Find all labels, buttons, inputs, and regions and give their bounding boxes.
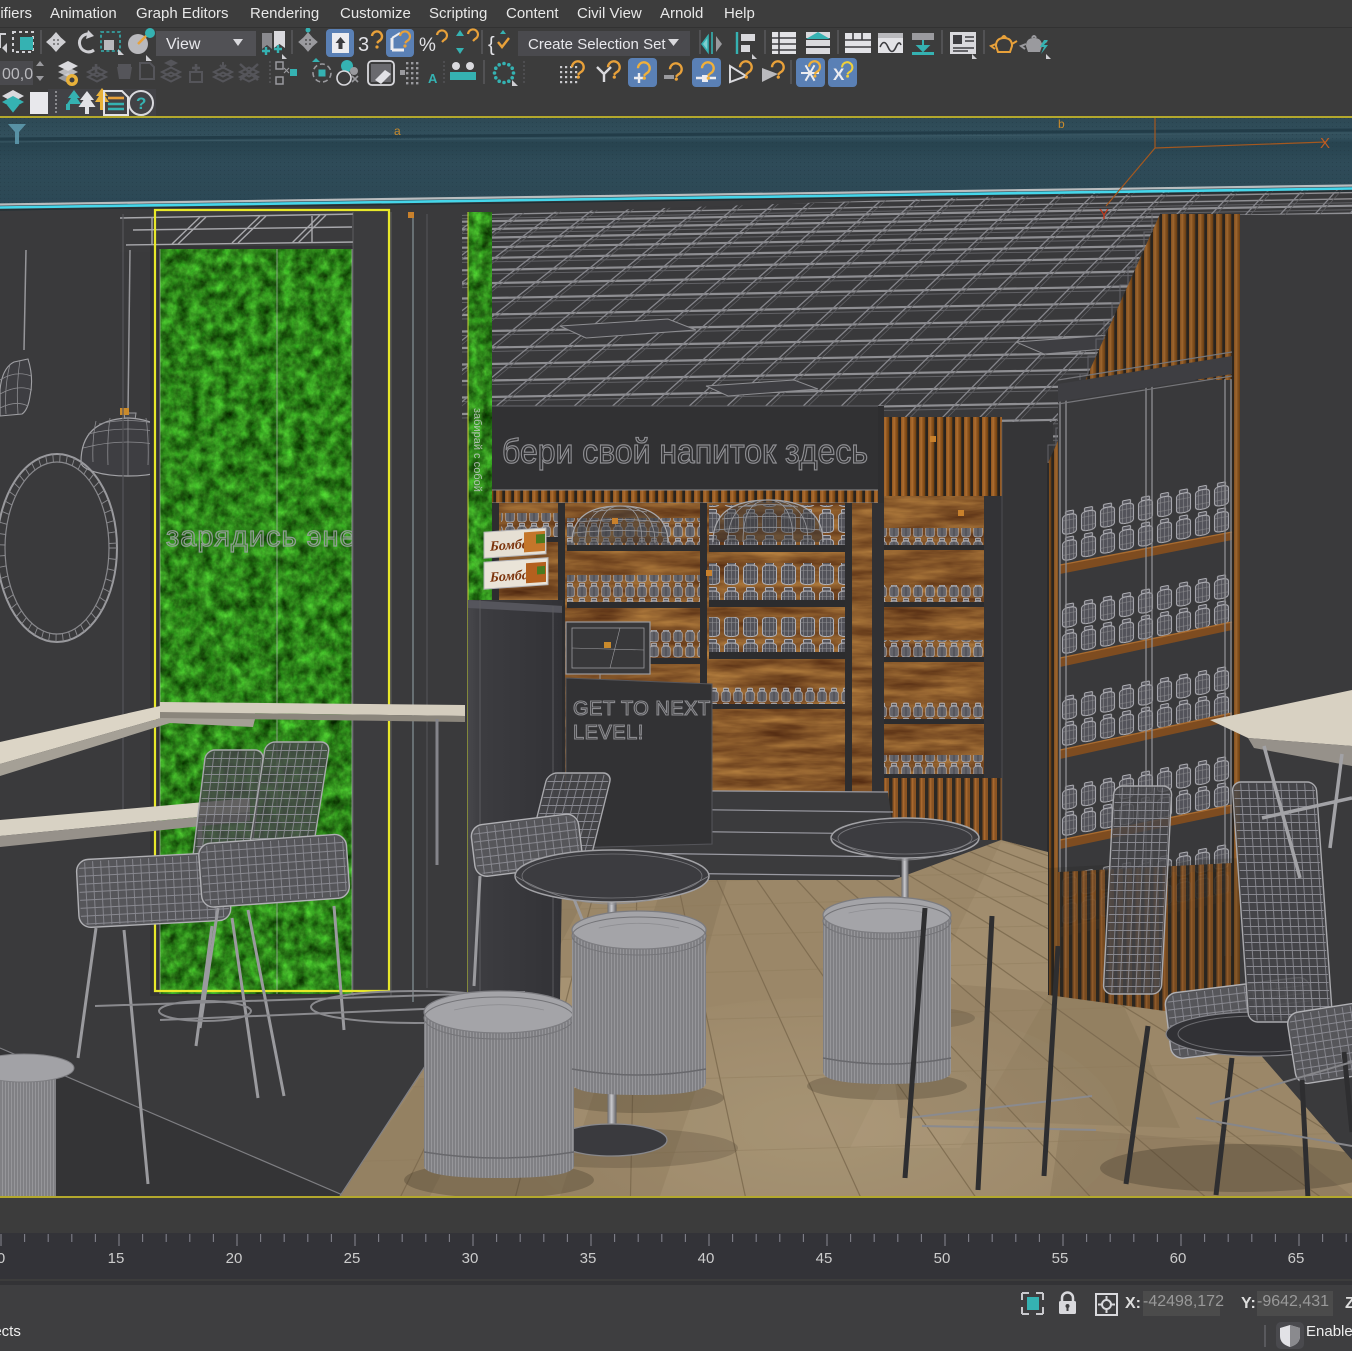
svg-text:3: 3: [358, 34, 369, 56]
svg-text:Create Selection Set: Create Selection Set: [528, 36, 666, 53]
svg-text:a: a: [394, 124, 401, 138]
svg-text:GET TO NEXT: GET TO NEXT: [573, 698, 711, 720]
svg-text:View: View: [166, 36, 201, 53]
svg-text:Бомба: Бомба: [489, 568, 529, 586]
svg-text:?: ?: [136, 94, 146, 113]
svg-text:бери свой напиток здесь: бери свой напиток здесь: [502, 433, 868, 471]
svg-text:00,0: 00,0: [2, 66, 33, 83]
svg-text:A: A: [428, 71, 438, 86]
svg-text:Y: Y: [1099, 206, 1109, 223]
svg-text:X: X: [833, 65, 845, 84]
svg-text:{: {: [488, 34, 495, 56]
svg-text:X: X: [1320, 135, 1330, 152]
svg-text:забирай с собой: забирай с собой: [471, 408, 483, 492]
svg-text:%: %: [419, 35, 436, 56]
svg-text:LEVEL!: LEVEL!: [573, 722, 644, 744]
svg-text:Бомба: Бомба: [489, 537, 529, 555]
svg-text:b: b: [1058, 118, 1065, 131]
